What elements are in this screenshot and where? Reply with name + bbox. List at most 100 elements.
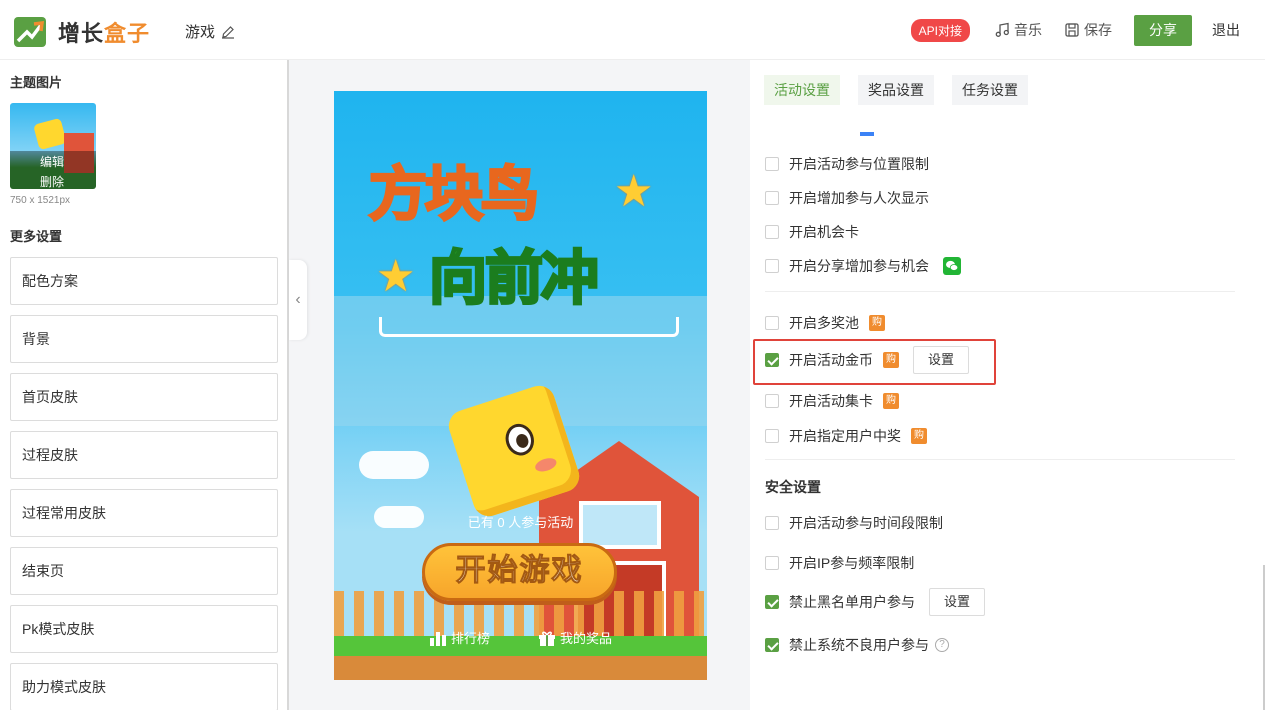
logo[interactable]: 增长盒子 <box>14 16 150 48</box>
delete-image-button[interactable]: 删除 <box>40 173 64 189</box>
start-game-button[interactable]: 开始游戏 <box>422 543 617 601</box>
option-label: 开启分享增加参与机会 <box>789 258 929 274</box>
title-underline <box>379 317 679 337</box>
option-show-participation-count[interactable]: 开启增加参与人次显示 <box>765 188 929 208</box>
checkbox[interactable] <box>765 157 779 171</box>
option-label: 开启IP参与频率限制 <box>789 555 915 571</box>
checkbox-checked[interactable] <box>765 595 779 609</box>
save-label: 保存 <box>1084 22 1112 38</box>
game-preview: 方块鸟 向前冲 ★ ★ 已有 0 人参与活动 开始游戏 排行榜 我的奖品 <box>334 91 707 680</box>
blacklist-settings-button[interactable]: 设置 <box>929 588 986 616</box>
gift-icon <box>539 631 555 646</box>
divider <box>765 459 1235 460</box>
tab-activity-settings[interactable]: 活动设置 <box>764 75 840 105</box>
chevron-left-icon: ‹ <box>295 291 301 308</box>
checkbox[interactable] <box>765 394 779 408</box>
checkbox[interactable] <box>765 556 779 570</box>
option-card-collection[interactable]: 开启活动集卡购 <box>765 391 899 411</box>
theme-image-thumbnail[interactable]: 编辑 删除 <box>10 103 96 189</box>
tab-prize-settings[interactable]: 奖品设置 <box>858 75 934 105</box>
clipped-option-row <box>765 128 885 136</box>
checkbox[interactable] <box>765 429 779 443</box>
my-prizes-label: 我的奖品 <box>560 631 613 646</box>
menu-item-pk-skin[interactable]: Pk模式皮肤 <box>10 605 278 653</box>
option-label: 开启活动参与时间段限制 <box>789 515 943 531</box>
menu-item-common-process-skin[interactable]: 过程常用皮肤 <box>10 489 278 537</box>
settings-panel: 活动设置 奖品设置 任务设置 开启活动参与位置限制 开启增加参与人次显示 开启机… <box>750 60 1265 710</box>
menu-item-assist-skin[interactable]: 助力模式皮肤 <box>10 663 278 710</box>
option-label: 开启多奖池 <box>789 315 859 331</box>
wechat-icon <box>943 257 961 275</box>
ground <box>334 656 707 680</box>
star-icon: ★ <box>376 252 416 301</box>
checkbox[interactable] <box>765 259 779 273</box>
option-ip-frequency-limit[interactable]: 开启IP参与频率限制 <box>765 553 914 573</box>
bar-chart-icon <box>429 631 446 646</box>
cloud <box>359 451 429 479</box>
security-settings-title: 安全设置 <box>765 479 821 495</box>
option-label: 开启机会卡 <box>789 224 859 240</box>
settings-tabs: 活动设置 奖品设置 任务设置 <box>764 75 1028 105</box>
option-block-bad-users[interactable]: 禁止系统不良用户参与? <box>765 635 949 655</box>
checkbox[interactable] <box>765 316 779 330</box>
logout-link[interactable]: 退出 <box>1212 20 1240 40</box>
option-block-blacklist[interactable]: 禁止黑名单用户参与 设置 <box>765 588 986 616</box>
help-icon[interactable]: ? <box>935 638 949 652</box>
option-label: 禁止黑名单用户参与 <box>789 594 915 610</box>
star-icon: ★ <box>614 167 654 216</box>
option-location-limit[interactable]: 开启活动参与位置限制 <box>765 154 929 174</box>
game-title-text: 游戏 <box>185 24 216 41</box>
checkbox-checked[interactable] <box>765 638 779 652</box>
option-multi-prize-pool[interactable]: 开启多奖池购 <box>765 313 885 333</box>
leaderboard-label: 排行榜 <box>450 631 490 646</box>
menu-item-home-skin[interactable]: 首页皮肤 <box>10 373 278 421</box>
participant-count: 已有 0 人参与活动 <box>467 515 574 530</box>
menu-item-background[interactable]: 背景 <box>10 315 278 363</box>
checkbox[interactable] <box>765 225 779 239</box>
menu-item-end-page[interactable]: 结束页 <box>10 547 278 595</box>
option-label: 禁止系统不良用户参与 <box>789 637 929 653</box>
highlight-box <box>753 339 996 385</box>
clipped-toggle <box>860 132 874 136</box>
save-button[interactable]: 保存 <box>1064 20 1112 40</box>
share-button[interactable]: 分享 <box>1134 14 1192 46</box>
music-button[interactable]: 音乐 <box>994 20 1042 40</box>
bird-cheek <box>533 455 559 474</box>
thumbnail-bird <box>33 117 67 151</box>
option-label: 开启增加参与人次显示 <box>789 190 929 206</box>
my-prizes-link[interactable]: 我的奖品 <box>538 628 612 647</box>
image-size: 750 x 1521px <box>10 195 71 206</box>
music-label: 音乐 <box>1014 22 1042 38</box>
leaderboard-link[interactable]: 排行榜 <box>429 628 490 647</box>
divider <box>765 291 1235 292</box>
preview-area: ‹ 方块鸟 向前冲 ★ ★ 已有 0 人参与活动 开始游戏 排行榜 我的奖品 <box>289 60 750 710</box>
bird-eye <box>501 420 539 460</box>
save-icon <box>1065 23 1079 37</box>
option-share-for-chances[interactable]: 开启分享增加参与机会 <box>765 256 961 276</box>
option-label: 开启活动集卡 <box>789 393 873 409</box>
menu-item-process-skin[interactable]: 过程皮肤 <box>10 431 278 479</box>
option-chance-card[interactable]: 开启机会卡 <box>765 222 859 242</box>
left-panel: 主题图片 编辑 删除 750 x 1521px 更多设置 配色方案 背景 首页皮… <box>0 60 289 710</box>
tab-task-settings[interactable]: 任务设置 <box>952 75 1028 105</box>
option-label: 开启指定用户中奖 <box>789 428 901 444</box>
logo-icon <box>14 17 46 47</box>
pencil-icon[interactable] <box>221 25 235 39</box>
api-badge[interactable]: API对接 <box>910 18 970 42</box>
game-title-line2: 向前冲 <box>427 243 600 314</box>
checkbox[interactable] <box>765 191 779 205</box>
purchase-badge: 购 <box>911 428 927 444</box>
game-title-line1: 方块鸟 <box>367 159 540 230</box>
settings-menu: 配色方案 背景 首页皮肤 过程皮肤 过程常用皮肤 结束页 Pk模式皮肤 助力模式… <box>10 257 278 710</box>
logo-text: 增长盒子 <box>58 21 151 46</box>
game-title[interactable]: 游戏 <box>185 21 235 42</box>
option-designated-winner[interactable]: 开启指定用户中奖购 <box>765 426 927 446</box>
edit-image-button[interactable]: 编辑 <box>40 153 64 170</box>
option-time-period-limit[interactable]: 开启活动参与时间段限制 <box>765 513 943 533</box>
option-label: 开启活动参与位置限制 <box>789 156 929 172</box>
checkbox[interactable] <box>765 516 779 530</box>
menu-item-color-scheme[interactable]: 配色方案 <box>10 257 278 305</box>
theme-image-title: 主题图片 <box>10 75 63 90</box>
top-bar: 增长盒子 游戏 API对接 音乐 保存 分享 退出 <box>0 0 1265 60</box>
collapse-panel-button[interactable]: ‹ <box>289 260 307 340</box>
